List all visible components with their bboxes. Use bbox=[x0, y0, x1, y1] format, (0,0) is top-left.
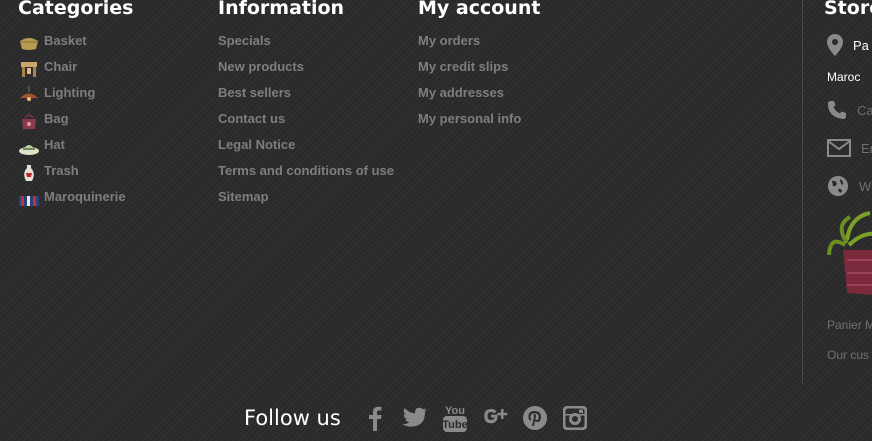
account-link[interactable]: My addresses bbox=[418, 85, 504, 100]
account-item-addresses[interactable]: My addresses bbox=[418, 84, 598, 102]
category-link[interactable]: Maroquinerie bbox=[44, 188, 126, 206]
store-text-2: Our cus bbox=[827, 348, 870, 362]
instagram-icon[interactable] bbox=[561, 404, 589, 432]
globe-icon bbox=[828, 176, 848, 196]
info-link[interactable]: New products bbox=[218, 59, 304, 74]
category-link[interactable]: Basket bbox=[44, 32, 87, 50]
pouf-icon bbox=[19, 196, 39, 206]
categories-title: Categories bbox=[18, 0, 134, 19]
category-link[interactable]: Trash bbox=[44, 162, 79, 180]
information-title: Information bbox=[218, 0, 345, 19]
info-link[interactable]: Terms and conditions of use bbox=[218, 163, 394, 178]
store-logo-palm bbox=[827, 211, 872, 295]
lamp-icon bbox=[20, 86, 38, 101]
store-address-row: Pa bbox=[827, 34, 869, 56]
info-item-legal-notice[interactable]: Legal Notice bbox=[218, 136, 398, 154]
store-email: Er bbox=[861, 140, 872, 156]
category-link[interactable]: Hat bbox=[44, 136, 65, 154]
hat-icon bbox=[19, 145, 39, 155]
category-item-bag[interactable]: Bag bbox=[18, 110, 198, 136]
info-item-new-products[interactable]: New products bbox=[218, 58, 398, 76]
store-website-row: W bbox=[827, 175, 871, 197]
info-item-specials[interactable]: Specials bbox=[218, 32, 398, 50]
info-link[interactable]: Contact us bbox=[218, 111, 285, 126]
youtube-tube-text: Tube bbox=[442, 419, 467, 431]
store-email-row: Er bbox=[827, 138, 872, 158]
account-item-credit-slips[interactable]: My credit slips bbox=[418, 58, 598, 76]
store-phone-row: Ca bbox=[827, 100, 872, 120]
info-link[interactable]: Specials bbox=[218, 33, 271, 48]
info-item-contact-us[interactable]: Contact us bbox=[218, 110, 398, 128]
youtube-icon[interactable]: You Tube bbox=[441, 404, 469, 432]
info-item-sitemap[interactable]: Sitemap bbox=[218, 188, 398, 206]
youtube-you-text: You bbox=[445, 405, 465, 417]
follow-us-bar: Follow us You Tube bbox=[244, 404, 601, 432]
category-link[interactable]: Bag bbox=[44, 110, 69, 128]
vase-icon bbox=[24, 165, 34, 181]
basket-icon bbox=[20, 38, 38, 50]
category-item-maroquinerie[interactable]: Maroquinerie bbox=[18, 188, 198, 214]
category-item-basket[interactable]: Basket bbox=[18, 32, 198, 58]
info-item-best-sellers[interactable]: Best sellers bbox=[218, 84, 398, 102]
account-item-personal-info[interactable]: My personal info bbox=[418, 110, 598, 128]
bag-icon bbox=[22, 114, 36, 129]
category-link[interactable]: Chair bbox=[44, 58, 77, 76]
chair-icon bbox=[21, 62, 37, 77]
account-link[interactable]: My credit slips bbox=[418, 59, 508, 74]
category-item-chair[interactable]: Chair bbox=[18, 58, 198, 84]
account-link[interactable]: My personal info bbox=[418, 111, 521, 126]
envelope-icon bbox=[827, 139, 851, 157]
account-item-orders[interactable]: My orders bbox=[418, 32, 598, 50]
info-link[interactable]: Sitemap bbox=[218, 189, 269, 204]
category-link[interactable]: Lighting bbox=[44, 84, 95, 102]
category-item-trash[interactable]: Trash bbox=[18, 162, 198, 188]
map-marker-icon bbox=[827, 34, 843, 56]
categories-block: Categories Basket Chair Lighting Bag Hat… bbox=[18, 0, 198, 214]
store-text-1: Panier M bbox=[827, 318, 872, 332]
store-website: W bbox=[859, 178, 872, 194]
store-block: Store Pa Maroc Ca Er W Panier M Our cus bbox=[802, 0, 872, 384]
facebook-icon[interactable] bbox=[361, 404, 389, 432]
information-list: Specials New products Best sellers Conta… bbox=[218, 32, 398, 206]
store-address-line1: Pa bbox=[853, 37, 869, 53]
account-link[interactable]: My orders bbox=[418, 33, 480, 48]
phone-icon bbox=[828, 101, 846, 119]
follow-us-label: Follow us bbox=[244, 406, 341, 430]
info-link[interactable]: Legal Notice bbox=[218, 137, 295, 152]
categories-list: Basket Chair Lighting Bag Hat Trash Maro… bbox=[18, 32, 198, 214]
info-link[interactable]: Best sellers bbox=[218, 85, 291, 100]
category-item-hat[interactable]: Hat bbox=[18, 136, 198, 162]
store-phone: Ca bbox=[857, 102, 872, 118]
account-block: My account My orders My credit slips My … bbox=[418, 0, 598, 136]
google-plus-icon[interactable] bbox=[481, 404, 509, 432]
twitter-icon[interactable] bbox=[401, 404, 429, 432]
pinterest-icon[interactable] bbox=[521, 404, 549, 432]
info-item-terms[interactable]: Terms and conditions of use bbox=[218, 162, 398, 180]
category-item-lighting[interactable]: Lighting bbox=[18, 84, 198, 110]
account-title: My account bbox=[418, 0, 541, 19]
store-title: Store bbox=[824, 0, 872, 19]
information-block: Information Specials New products Best s… bbox=[218, 0, 398, 214]
store-address-line2: Maroc bbox=[827, 70, 861, 84]
account-list: My orders My credit slips My addresses M… bbox=[418, 32, 598, 128]
